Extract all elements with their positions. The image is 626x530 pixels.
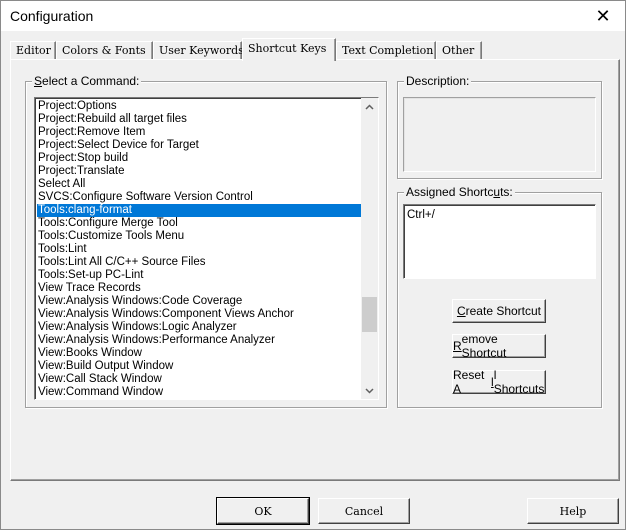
chevron-down-icon <box>365 387 374 394</box>
tab-strip: Editor Colors & Fonts User Keywords Shor… <box>10 38 620 61</box>
command-list-item[interactable]: View:Analysis Windows:Component Views An… <box>37 308 362 321</box>
command-list-scrollbar[interactable] <box>361 98 378 399</box>
command-list-item[interactable]: Tools:Lint <box>37 243 362 256</box>
ok-button[interactable]: OK <box>216 497 310 525</box>
scroll-up-button[interactable] <box>361 98 378 115</box>
command-list-item[interactable]: Tools:Customize Tools Menu <box>37 230 362 243</box>
command-list-item[interactable]: Project:Rebuild all target files <box>37 113 362 126</box>
description-group-label: Description: <box>404 74 472 88</box>
cancel-button[interactable]: Cancel <box>318 498 410 524</box>
command-list-item[interactable]: View Trace Records <box>37 282 362 295</box>
command-list-item[interactable]: Project:Stop build <box>37 152 362 165</box>
command-list-items: Project:Options Project:Rebuild all targe… <box>37 100 362 399</box>
tab-shortcut-keys[interactable]: Shortcut Keys <box>242 38 336 61</box>
command-list-item[interactable]: View:Command Window <box>37 386 362 399</box>
help-button[interactable]: Help <box>527 498 619 524</box>
tab-editor[interactable]: Editor <box>10 41 56 60</box>
command-list-item[interactable]: Tools:Set-up PC-Lint <box>37 269 362 282</box>
command-list-item[interactable]: Project:Translate <box>37 165 362 178</box>
shortcut-item[interactable]: Ctrl+/ <box>407 209 592 221</box>
command-list-item[interactable]: Tools:Configure Merge Tool <box>37 217 362 230</box>
window-title: Configuration <box>10 8 94 24</box>
command-list-item[interactable]: View:Call Stack Window <box>37 373 362 386</box>
command-list-item[interactable]: Project:Options <box>37 100 362 113</box>
command-list-item[interactable]: View:Books Window <box>37 347 362 360</box>
shortcuts-group-label: Assigned Shortcuts: <box>404 185 515 199</box>
close-icon: ✕ <box>595 5 611 26</box>
scroll-down-button[interactable] <box>361 382 378 399</box>
command-list-item[interactable]: View:Build Output Window <box>37 360 362 373</box>
tab-colors-fonts[interactable]: Colors & Fonts <box>56 41 153 60</box>
command-list-item[interactable]: View:Analysis Windows:Performance Analyz… <box>37 334 362 347</box>
command-list-item[interactable]: Select All <box>37 178 362 191</box>
command-list-item[interactable]: Tools:clang-format <box>37 204 362 217</box>
command-list-item[interactable]: Project:Select Device for Target <box>37 139 362 152</box>
command-list-item[interactable]: Project:Remove Item <box>37 126 362 139</box>
tab-user-keywords[interactable]: User Keywords <box>153 41 244 60</box>
title-bar: Configuration ✕ <box>1 1 625 31</box>
command-group-label: Select a Command: <box>32 74 142 88</box>
create-shortcut-button[interactable]: Create Shortcut <box>452 299 546 323</box>
command-list[interactable]: Project:Options Project:Rebuild all targe… <box>34 97 379 400</box>
command-list-item[interactable]: Tools:Lint All C/C++ Source Files <box>37 256 362 269</box>
description-text <box>403 97 596 172</box>
configuration-dialog: Configuration ✕ Editor Colors & Fonts Us… <box>0 0 626 530</box>
tab-other[interactable]: Other <box>436 41 482 60</box>
tab-text-completion[interactable]: Text Completion <box>336 41 436 60</box>
chevron-up-icon <box>365 103 374 110</box>
command-list-item[interactable]: View:Analysis Windows:Logic Analyzer <box>37 321 362 334</box>
command-list-item[interactable]: View:Analysis Windows:Code Coverage <box>37 295 362 308</box>
scroll-thumb[interactable] <box>362 297 377 332</box>
close-button[interactable]: ✕ <box>581 1 625 31</box>
command-list-item[interactable]: SVCS:Configure Software Version Control <box>37 191 362 204</box>
remove-shortcut-button[interactable]: Remove Shortcut <box>452 332 546 360</box>
reset-all-shortcuts-button[interactable]: Reset All Shortcuts <box>452 368 546 396</box>
assigned-shortcuts-list[interactable]: Ctrl+/ <box>403 204 596 279</box>
